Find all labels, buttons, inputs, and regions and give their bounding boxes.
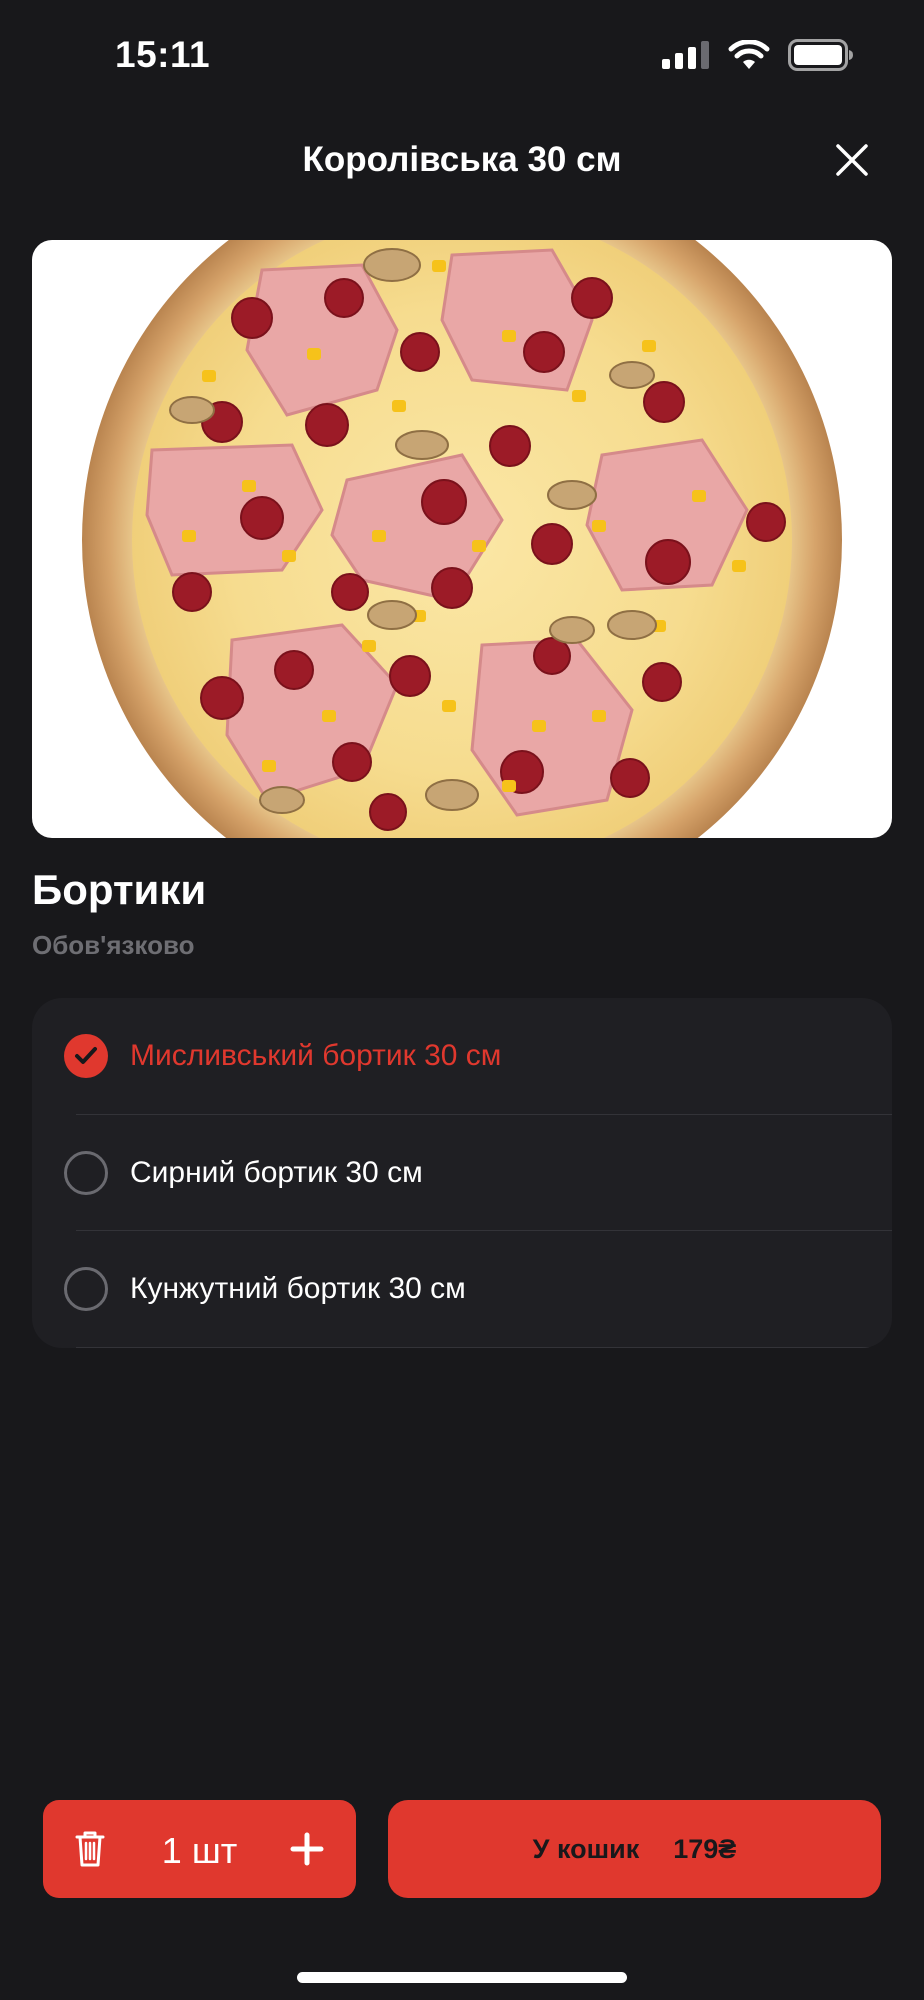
section-title: Бортики [32,866,207,913]
divider [76,1346,892,1348]
status-time: 15:11 [115,34,211,75]
home-indicator [297,1972,627,1983]
wifi-icon [728,40,770,69]
plus-icon[interactable] [290,1832,324,1866]
battery-icon [788,39,853,71]
radio-checked-icon[interactable] [64,1034,108,1079]
option-label: Кунжутний бортик 30 см [130,1272,466,1306]
cart-button-label: У кошик [532,1833,640,1864]
pizza-photo [82,240,842,838]
radio-unchecked-icon[interactable] [64,1267,108,1312]
close-icon[interactable] [832,140,872,180]
cart-button-price: 179₴ [673,1833,737,1864]
option-label: Мисливський бортик 30 см [130,1039,502,1073]
status-icons [662,38,854,72]
add-to-cart-button[interactable]: У кошик 179₴ [388,1800,881,1898]
crust-options-list: Мисливський бортик 30 см Сирний бортик 3… [32,998,892,1348]
radio-unchecked-icon[interactable] [64,1150,108,1195]
section-required-label: Обов'язково [32,930,195,960]
option-label: Сирний бортик 30 см [130,1155,423,1189]
option-sesame-crust[interactable]: Кунжутний бортик 30 см [32,1231,892,1348]
product-image [32,240,892,838]
screen: 15:11 Королівська 30 см Бортики Обов'язк… [0,0,924,2000]
page-title: Королівська 30 см [302,140,622,179]
quantity-stepper: 1 шт [43,1800,356,1898]
option-cheese-crust[interactable]: Сирний бортик 30 см [32,1115,892,1232]
option-hunter-crust[interactable]: Мисливський бортик 30 см [32,998,892,1115]
signal-icon [662,41,709,69]
